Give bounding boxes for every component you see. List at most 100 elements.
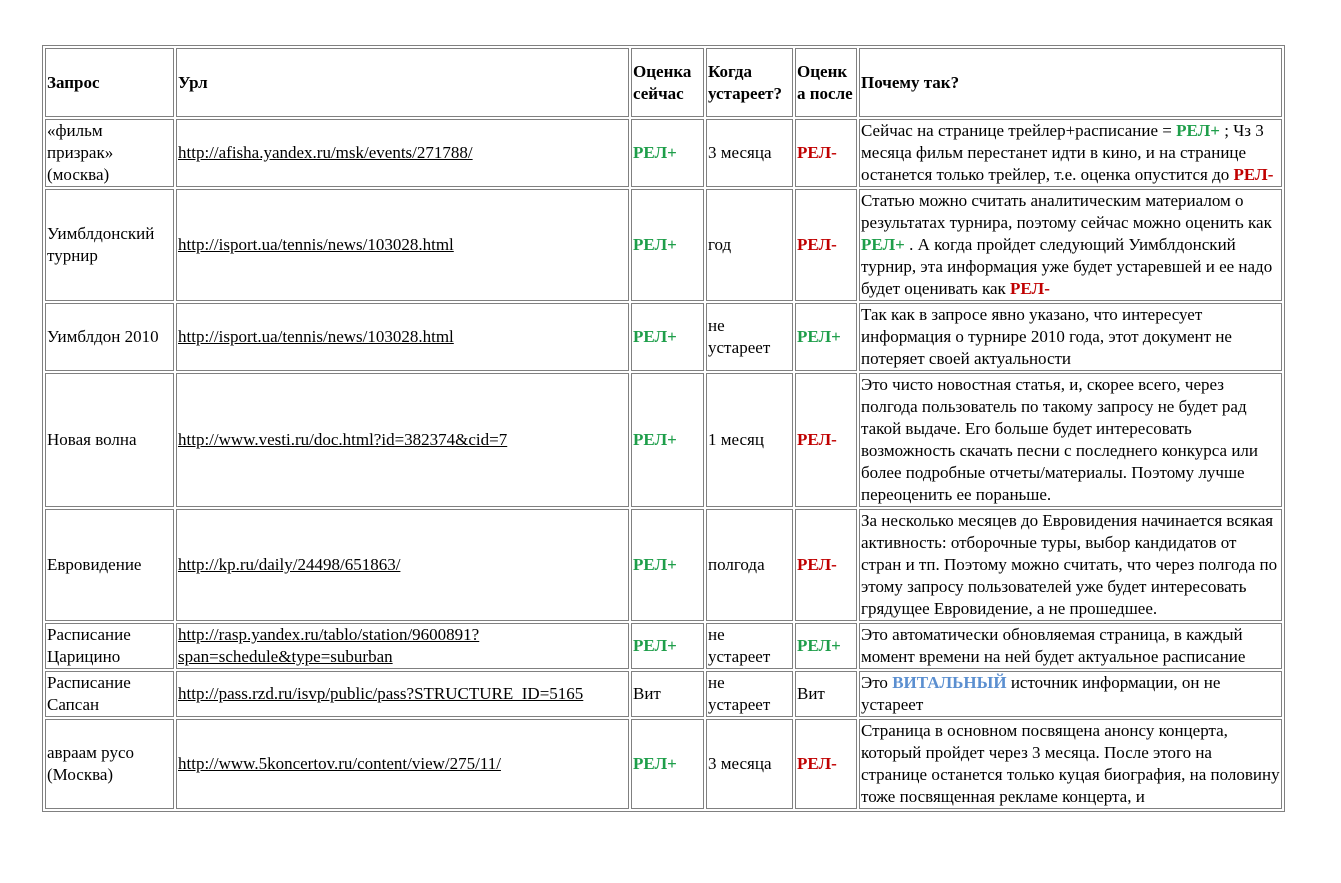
- score-after-cell: РЕЛ+: [795, 623, 857, 669]
- url-cell: http://pass.rzd.ru/isvp/public/pass?STRU…: [176, 671, 629, 717]
- score-after-cell: РЕЛ-: [795, 189, 857, 301]
- query-cell-text: Расписание Сапсан: [47, 673, 131, 714]
- query-cell: Расписание Сапсан: [45, 671, 174, 717]
- why-text: За несколько месяцев до Евровидения начи…: [861, 511, 1278, 618]
- expires-cell-text: не устареет: [708, 625, 771, 666]
- expires-cell-text: год: [708, 235, 732, 254]
- table-row: «фильм призрак» (москва) http://afisha.ya…: [45, 119, 1282, 187]
- why-text: Это автоматически обновляемая страница, …: [861, 625, 1246, 666]
- query-cell-text: авраам русо (Москва): [47, 743, 134, 784]
- why-text: Это: [861, 673, 893, 692]
- url-link[interactable]: http://isport.ua/tennis/news/103028.html: [178, 327, 454, 346]
- url-cell: http://www.vesti.ru/doc.html?id=382374&c…: [176, 373, 629, 507]
- score-now-cell-text: РЕЛ+: [633, 143, 677, 162]
- why-text: Так как в запросе явно указано, что инте…: [861, 305, 1232, 368]
- score-now-cell-text: РЕЛ+: [633, 754, 677, 773]
- expires-cell: не устареет: [706, 303, 793, 371]
- header-query: Запрос: [45, 48, 174, 117]
- url-cell: http://isport.ua/tennis/news/103028.html: [176, 189, 629, 301]
- score-after-cell: РЕЛ-: [795, 119, 857, 187]
- score-after-cell-text: РЕЛ-: [797, 555, 837, 574]
- rel-plus-label: РЕЛ+: [1176, 121, 1220, 140]
- url-link[interactable]: http://isport.ua/tennis/news/103028.html: [178, 235, 454, 254]
- expires-cell-text: полгода: [708, 555, 765, 574]
- query-cell-text: Уимблдонский турнир: [47, 224, 155, 265]
- rel-minus-label: РЕЛ-: [1233, 165, 1274, 184]
- url-link[interactable]: http://afisha.yandex.ru/msk/events/27178…: [178, 143, 473, 162]
- score-after-cell-text: РЕЛ-: [797, 754, 837, 773]
- vital-label: ВИТАЛЬНЫЙ: [892, 673, 1007, 692]
- url-link[interactable]: http://www.5koncertov.ru/content/view/27…: [178, 754, 501, 773]
- url-cell: http://isport.ua/tennis/news/103028.html: [176, 303, 629, 371]
- url-cell: http://kp.ru/daily/24498/651863/: [176, 509, 629, 621]
- url-link[interactable]: http://rasp.yandex.ru/tablo/station/9600…: [178, 625, 479, 666]
- table-row: Расписание Сапсан http://pass.rzd.ru/isvp…: [45, 671, 1282, 717]
- score-after-cell: РЕЛ-: [795, 719, 857, 809]
- header-row: Запрос Урл Оценка сейчас Когда устареет?…: [45, 48, 1282, 117]
- url-cell: http://rasp.yandex.ru/tablo/station/9600…: [176, 623, 629, 669]
- url-link[interactable]: http://www.vesti.ru/doc.html?id=382374&c…: [178, 430, 507, 449]
- query-cell-text: Уимблдон 2010: [47, 327, 159, 346]
- expires-cell-text: не устареет: [708, 673, 771, 714]
- query-cell: авраам русо (Москва): [45, 719, 174, 809]
- score-now-cell: РЕЛ+: [631, 719, 704, 809]
- why-cell: Страница в основном посвящена анонсу кон…: [859, 719, 1282, 809]
- why-text: Это чисто новостная статья, и, скорее вс…: [861, 375, 1259, 504]
- score-now-cell-text: РЕЛ+: [633, 636, 677, 655]
- document-page: Запрос Урл Оценка сейчас Когда устареет?…: [42, 45, 1285, 812]
- expires-cell-text: 3 месяца: [708, 143, 772, 162]
- expires-cell: полгода: [706, 509, 793, 621]
- table-row: Уимблдон 2010 http://isport.ua/tennis/new…: [45, 303, 1282, 371]
- header-score-now: Оценка сейчас: [631, 48, 704, 117]
- header-score-after: Оценк а после: [795, 48, 857, 117]
- why-cell: Так как в запросе явно указано, что инте…: [859, 303, 1282, 371]
- header-expires: Когда устареет?: [706, 48, 793, 117]
- table-row: авраам русо (Москва) http://www.5koncerto…: [45, 719, 1282, 809]
- score-now-cell: РЕЛ+: [631, 189, 704, 301]
- score-now-cell: РЕЛ+: [631, 509, 704, 621]
- why-text: Сейчас на странице трейлер+расписание =: [861, 121, 1177, 140]
- rel-plus-label: РЕЛ+: [861, 235, 905, 254]
- score-after-cell-text: РЕЛ-: [797, 430, 837, 449]
- why-cell: За несколько месяцев до Евровидения начи…: [859, 509, 1282, 621]
- score-after-cell: Вит: [795, 671, 857, 717]
- why-cell: Это чисто новостная статья, и, скорее вс…: [859, 373, 1282, 507]
- score-after-cell-text: РЕЛ-: [797, 143, 837, 162]
- score-now-cell: РЕЛ+: [631, 303, 704, 371]
- relevance-table: Запрос Урл Оценка сейчас Когда устареет?…: [42, 45, 1285, 812]
- query-cell: Евровидение: [45, 509, 174, 621]
- score-after-cell-text: РЕЛ+: [797, 327, 841, 346]
- expires-cell: не устареет: [706, 671, 793, 717]
- score-after-cell-text: Вит: [797, 684, 825, 703]
- score-after-cell-text: РЕЛ+: [797, 636, 841, 655]
- score-now-cell-text: РЕЛ+: [633, 235, 677, 254]
- why-text: . А когда пройдет следующий Уимблдонский…: [861, 235, 1273, 298]
- why-text: Страница в основном посвящена анонсу кон…: [861, 721, 1280, 806]
- rel-minus-label: РЕЛ-: [1010, 279, 1050, 298]
- header-url: Урл: [176, 48, 629, 117]
- query-cell: «фильм призрак» (москва): [45, 119, 174, 187]
- url-link[interactable]: http://kp.ru/daily/24498/651863/: [178, 555, 400, 574]
- expires-cell: год: [706, 189, 793, 301]
- score-now-cell-text: РЕЛ+: [633, 327, 677, 346]
- why-cell: Статью можно считать аналитическим матер…: [859, 189, 1282, 301]
- query-cell-text: «фильм призрак» (москва): [47, 121, 114, 184]
- header-why: Почему так?: [859, 48, 1282, 117]
- score-after-cell: РЕЛ-: [795, 373, 857, 507]
- score-after-cell: РЕЛ+: [795, 303, 857, 371]
- query-cell-text: Расписание Царицино: [47, 625, 131, 666]
- table-row: Уимблдонский турнир http://isport.ua/tenn…: [45, 189, 1282, 301]
- score-now-cell-text: РЕЛ+: [633, 430, 677, 449]
- expires-cell-text: 3 месяца: [708, 754, 772, 773]
- query-cell: Уимблдонский турнир: [45, 189, 174, 301]
- query-cell-text: Новая волна: [47, 430, 137, 449]
- query-cell: Уимблдон 2010: [45, 303, 174, 371]
- url-link[interactable]: http://pass.rzd.ru/isvp/public/pass?STRU…: [178, 684, 583, 703]
- score-now-cell: РЕЛ+: [631, 623, 704, 669]
- why-text: Статью можно считать аналитическим матер…: [861, 191, 1272, 232]
- why-cell: Сейчас на странице трейлер+расписание = …: [859, 119, 1282, 187]
- expires-cell-text: 1 месяц: [708, 430, 764, 449]
- query-cell: Новая волна: [45, 373, 174, 507]
- score-now-cell: РЕЛ+: [631, 119, 704, 187]
- score-now-cell: Вит: [631, 671, 704, 717]
